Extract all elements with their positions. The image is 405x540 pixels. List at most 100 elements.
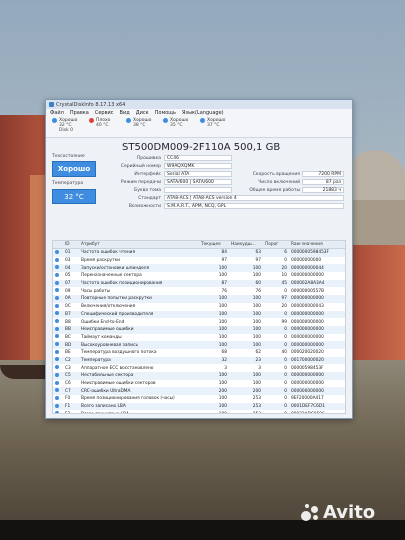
table-row[interactable]: C3 Аппаратное ECC восстановлено 3 3 0 0000059… (53, 364, 345, 372)
cell-current: 100 (199, 295, 229, 303)
cell-threshold: 10 (281, 273, 287, 279)
menu-tools[interactable]: Сервис (95, 110, 114, 116)
cell-current: 100 (218, 273, 227, 279)
menu-edit[interactable]: Правка (70, 110, 89, 116)
cell-current: 100 (199, 264, 229, 273)
table-row[interactable]: F2Всего прочитано LBA100253000022ADC9F0C (53, 410, 345, 413)
temperature-label: Температура (52, 181, 84, 186)
cell-threshold: 0 (263, 387, 289, 396)
cell-raw: 000000000000 (289, 295, 345, 303)
cell-raw: 000000000043 (291, 304, 324, 310)
disk-button-4[interactable]: Хорошо 37 °C (200, 117, 237, 137)
avito-logo-icon (300, 503, 320, 523)
cell-attribute: Неисправимые ошибки (79, 325, 199, 334)
row-status-cell (53, 364, 63, 372)
row-status-cell (53, 349, 63, 357)
cell-threshold: 0 (263, 402, 289, 411)
table-row[interactable]: F1 Всего записано LBA 100 253 0 0001DEF7C6D1 (53, 402, 345, 411)
cell-threshold: 0 (284, 258, 287, 264)
cell-worst: 100 (229, 264, 263, 273)
table-row[interactable]: 0A Повторные попытки раскрутки 100 100 97 000… (53, 295, 345, 303)
cell-current: 84 (199, 248, 229, 257)
table-row[interactable]: 03 Время раскрутки 97 97 0 00000000000 (53, 257, 345, 265)
status-dot-icon (55, 395, 59, 400)
table-row[interactable]: 07 Частота ошибок позиционирования 87 60 45 0… (53, 279, 345, 288)
table-row[interactable]: C6 Неисправимые ошибки секторов 100 100 0 000… (53, 380, 345, 388)
menu-view[interactable]: Вид (120, 110, 130, 116)
cell-worst: 3 (258, 365, 261, 371)
header-attribute[interactable]: Атрибут (79, 241, 199, 249)
row-status-cell (53, 310, 63, 319)
cell-id: F1 (63, 402, 79, 411)
table-row[interactable]: BE Температура воздушного потока 68 62 40 000… (53, 349, 345, 357)
cell-id: F0 (65, 396, 71, 402)
table-row[interactable]: B8 Ошибки End-to-End 100 100 99 000000000000 (53, 318, 345, 326)
features-value: S.M.A.R.T., APM, NCQ, GPL (164, 203, 344, 209)
cell-raw: 000000000000 (289, 372, 345, 380)
power-count-label: Число включений (258, 180, 300, 185)
status-dot-icon (55, 388, 59, 393)
volume-letter-label: Буква тома (134, 188, 161, 193)
table-row[interactable]: BB Неисправимые ошибки 100 100 0 000000000000 (53, 325, 345, 334)
status-dot-icon (55, 349, 59, 354)
row-status-cell (53, 356, 63, 365)
standard-value: ATA8-ACS | ATA8-ACS version 4 (164, 195, 344, 201)
status-dot-icon (55, 272, 59, 277)
disk-button-2[interactable]: Хорошо 38 °C (126, 117, 163, 137)
cell-raw: 000000000000 (289, 341, 345, 349)
cell-attribute: Специфический производителя (79, 310, 199, 319)
table-row[interactable]: B7 Специфический производителя 100 100 0 0000… (53, 310, 345, 319)
row-status-cell (53, 334, 63, 342)
table-row[interactable]: BD Высокоуровневая запись 100 100 0 000000000… (53, 341, 345, 349)
header-worst[interactable]: Наихудш... (229, 241, 263, 249)
cell-attribute: Часы работы (81, 288, 111, 294)
row-status-cell (53, 380, 63, 388)
table-row[interactable]: F0 Время позиционирования головок (часы) 1… (53, 395, 345, 403)
health-status-button[interactable]: Хорошо (52, 161, 96, 177)
menu-help[interactable]: Помощь (155, 110, 176, 116)
row-status-cell (53, 387, 63, 396)
disk-selector-bar: Хорошо 32 °C Disk 0 Плохо 40 °C Хорошо 3… (46, 117, 352, 138)
menu-disk[interactable]: Диск (136, 110, 149, 116)
table-row[interactable]: 0C Включения/отключения 100 100 20 0000000000… (53, 303, 345, 311)
row-status-cell (53, 272, 63, 280)
menu-language[interactable]: Язык(Language) (182, 110, 224, 116)
table-row[interactable]: C5 Нестабильные сектора 100 100 0 00000000000… (53, 372, 345, 380)
disk-button-1[interactable]: Плохо 40 °C (89, 117, 126, 137)
cell-raw: 000000000000 (289, 310, 345, 319)
cell-id: 09 (65, 288, 71, 294)
disk-temp: 35 °C (170, 123, 183, 128)
cell-current: 100 (218, 396, 227, 402)
smart-table[interactable]: ID Атрибут Текущее Наихудш... Порог Raw-… (52, 240, 346, 414)
cell-attribute: Высокоуровневая запись (79, 341, 199, 349)
window-title: CrystalDiskInfo 8.17.13 x64 (56, 101, 126, 108)
row-status-cell (53, 287, 63, 295)
menu-file[interactable]: Файл (50, 110, 64, 116)
status-dot-icon (55, 357, 59, 362)
disk-button-0[interactable]: Хорошо 32 °C Disk 0 (52, 117, 89, 137)
drive-info-panel: ST500DM009-2F110A 500,1 GB Техсостояние … (46, 138, 352, 218)
title-bar[interactable]: CrystalDiskInfo 8.17.13 x64 (46, 100, 352, 109)
table-row[interactable]: 09 Часы работы 76 76 0 00000000557B (53, 287, 345, 295)
status-dot-icon (55, 372, 59, 377)
table-row[interactable]: BC Таймаут команды 100 100 0 000000000000 (53, 334, 345, 342)
row-status-cell (53, 402, 63, 411)
header-raw[interactable]: Raw-значения (289, 241, 345, 249)
cell-worst: 97 (255, 258, 261, 264)
header-threshold[interactable]: Порог (263, 241, 289, 249)
transfer-value: SATA/600 | SATA/600 (164, 179, 232, 185)
table-row[interactable]: C7 CRC-ошибки UltraDMA 200 200 0 000000000000 (53, 387, 345, 396)
cell-id: BC (65, 334, 71, 340)
header-id[interactable]: ID (63, 241, 79, 249)
cell-threshold: 0 (263, 410, 289, 413)
table-row[interactable]: 04 Запуски/остановки шпинделя 100 100 20 0000… (53, 264, 345, 273)
header-current[interactable]: Текущее (199, 241, 229, 249)
standard-label: Стандарт (138, 196, 161, 201)
cell-raw: 000000000000 (289, 325, 345, 334)
table-row[interactable]: 01 Частота ошибок чтения 84 63 6 000000059845… (53, 248, 345, 257)
cell-worst: 100 (229, 341, 263, 349)
disk-temp: 37 °C (207, 123, 220, 128)
disk-button-3[interactable]: Хорошо 35 °C (163, 117, 200, 137)
table-row[interactable]: C2 Температура 32 23 0 001700000020 (53, 356, 345, 365)
table-row[interactable]: 05 Переназначенные сектора 100 100 10 0000000… (53, 272, 345, 280)
